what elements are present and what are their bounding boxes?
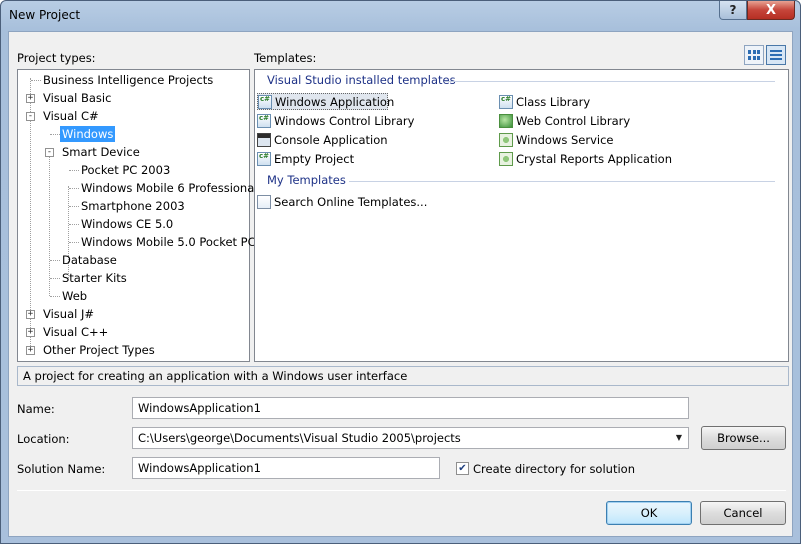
web-control-icon bbox=[499, 113, 513, 128]
control-library-icon bbox=[257, 113, 271, 128]
crystal-reports-icon bbox=[499, 151, 513, 166]
expand-plus-icon[interactable]: + bbox=[26, 94, 35, 103]
tree-line bbox=[69, 188, 79, 189]
tree-line bbox=[49, 150, 50, 296]
tree-line bbox=[69, 224, 79, 225]
tree-item-windows-mobile-5[interactable]: Windows Mobile 5.0 Pocket PC bbox=[81, 234, 256, 250]
tree-item-business-intelligence[interactable]: Business Intelligence Projects bbox=[43, 72, 213, 88]
close-icon: X bbox=[765, 2, 777, 18]
project-types-label: Project types: bbox=[17, 51, 96, 65]
template-label: Web Control Library bbox=[516, 113, 631, 128]
template-windows-application[interactable]: Windows Application bbox=[257, 93, 394, 110]
collapse-minus-icon[interactable]: - bbox=[45, 148, 54, 157]
solution-name-input[interactable]: WindowsApplication1 bbox=[132, 457, 440, 479]
template-windows-service[interactable]: Windows Service bbox=[499, 131, 614, 148]
tree-line bbox=[69, 170, 79, 171]
tree-item-windows[interactable]: Windows bbox=[60, 126, 116, 142]
chevron-down-icon[interactable]: ▼ bbox=[670, 428, 688, 448]
tree-item-database[interactable]: Database bbox=[62, 252, 117, 268]
tree-item-visual-basic[interactable]: Visual Basic bbox=[43, 90, 111, 106]
group-divider bbox=[349, 181, 775, 182]
create-directory-checkbox[interactable]: ✔ bbox=[456, 462, 469, 475]
title-bar[interactable]: New Project ? X bbox=[1, 1, 800, 31]
name-label: Name: bbox=[17, 402, 55, 416]
cancel-button[interactable]: Cancel bbox=[700, 501, 786, 525]
installed-templates-heading: Visual Studio installed templates bbox=[267, 73, 456, 87]
expand-plus-icon[interactable]: + bbox=[26, 346, 35, 355]
template-web-control-library[interactable]: Web Control Library bbox=[499, 112, 630, 129]
templates-label: Templates: bbox=[254, 51, 317, 65]
tree-line bbox=[50, 296, 60, 297]
collapse-minus-icon[interactable]: - bbox=[26, 112, 35, 121]
template-label: Empty Project bbox=[274, 151, 355, 166]
templates-list[interactable]: Visual Studio installed templates Window… bbox=[254, 69, 789, 362]
location-label: Location: bbox=[17, 432, 70, 446]
help-icon: ? bbox=[729, 3, 737, 17]
tree-item-smartphone-2003[interactable]: Smartphone 2003 bbox=[81, 198, 185, 214]
dialog-client-area: Project types: + - - + + + Business Inte… bbox=[8, 31, 793, 537]
new-project-dialog: New Project ? X Project types: + - - + +… bbox=[0, 0, 801, 544]
large-icons-view-button[interactable] bbox=[744, 45, 764, 65]
template-label: Windows Service bbox=[516, 132, 614, 147]
group-divider bbox=[445, 81, 775, 82]
tree-line bbox=[31, 80, 41, 81]
template-label: Search Online Templates... bbox=[274, 194, 428, 209]
ok-label: OK bbox=[640, 506, 658, 520]
template-windows-control-library[interactable]: Windows Control Library bbox=[257, 112, 414, 129]
project-types-tree[interactable]: + - - + + + Business Intelligence Projec… bbox=[17, 69, 257, 362]
location-value: C:\Users\george\Documents\Visual Studio … bbox=[138, 431, 461, 445]
close-button[interactable]: X bbox=[747, 1, 795, 20]
template-label: Crystal Reports Application bbox=[516, 151, 672, 166]
cancel-label: Cancel bbox=[723, 506, 763, 520]
template-crystal-reports[interactable]: Crystal Reports Application bbox=[499, 150, 672, 167]
template-description: A project for creating an application wi… bbox=[17, 366, 789, 386]
tree-line bbox=[50, 134, 60, 135]
template-label: Windows Application bbox=[275, 94, 395, 109]
small-icons-view-button[interactable] bbox=[766, 45, 786, 65]
browse-label: Browse... bbox=[717, 431, 770, 445]
create-directory-label[interactable]: Create directory for solution bbox=[473, 462, 635, 476]
tree-item-web[interactable]: Web bbox=[62, 288, 87, 304]
template-label: Windows Control Library bbox=[274, 113, 415, 128]
console-icon bbox=[257, 132, 271, 147]
service-icon bbox=[499, 132, 513, 147]
template-class-library[interactable]: Class Library bbox=[499, 93, 590, 110]
window-title: New Project bbox=[9, 8, 81, 22]
tree-item-starter-kits[interactable]: Starter Kits bbox=[62, 270, 127, 286]
expand-plus-icon[interactable]: + bbox=[26, 310, 35, 319]
tree-line bbox=[69, 206, 79, 207]
expand-plus-icon[interactable]: + bbox=[26, 328, 35, 337]
tree-item-smart-device[interactable]: Smart Device bbox=[62, 144, 140, 160]
tree-item-visual-cpp[interactable]: Visual C++ bbox=[43, 324, 108, 340]
empty-project-icon bbox=[257, 151, 271, 166]
name-input[interactable]: WindowsApplication1 bbox=[132, 397, 689, 419]
windows-app-icon bbox=[258, 94, 272, 109]
tree-item-windows-ce[interactable]: Windows CE 5.0 bbox=[81, 216, 173, 232]
help-button[interactable]: ? bbox=[719, 1, 747, 20]
tree-item-other-project-types[interactable]: Other Project Types bbox=[43, 342, 155, 358]
tree-line bbox=[50, 260, 60, 261]
template-console-application[interactable]: Console Application bbox=[257, 131, 388, 148]
tree-item-visual-csharp[interactable]: Visual C# bbox=[43, 108, 99, 124]
template-empty-project[interactable]: Empty Project bbox=[257, 150, 354, 167]
tree-line bbox=[69, 242, 79, 243]
solution-name-label: Solution Name: bbox=[17, 462, 106, 476]
search-online-icon bbox=[257, 194, 271, 209]
ok-button[interactable]: OK bbox=[606, 501, 692, 525]
tree-item-windows-mobile-6[interactable]: Windows Mobile 6 Professional bbox=[81, 180, 257, 196]
tree-line bbox=[50, 278, 60, 279]
class-library-icon bbox=[499, 94, 513, 109]
template-label: Class Library bbox=[516, 94, 591, 109]
small-icons-icon bbox=[770, 49, 782, 61]
template-label: Console Application bbox=[274, 132, 388, 147]
large-icons-icon bbox=[748, 50, 760, 60]
template-search-online[interactable]: Search Online Templates... bbox=[257, 193, 427, 210]
location-combo[interactable]: C:\Users\george\Documents\Visual Studio … bbox=[132, 427, 689, 449]
browse-button[interactable]: Browse... bbox=[701, 426, 786, 450]
tree-item-pocket-pc-2003[interactable]: Pocket PC 2003 bbox=[81, 162, 170, 178]
tree-item-visual-jsharp[interactable]: Visual J# bbox=[43, 306, 94, 322]
my-templates-heading: My Templates bbox=[267, 173, 346, 187]
footer-divider bbox=[17, 490, 786, 491]
